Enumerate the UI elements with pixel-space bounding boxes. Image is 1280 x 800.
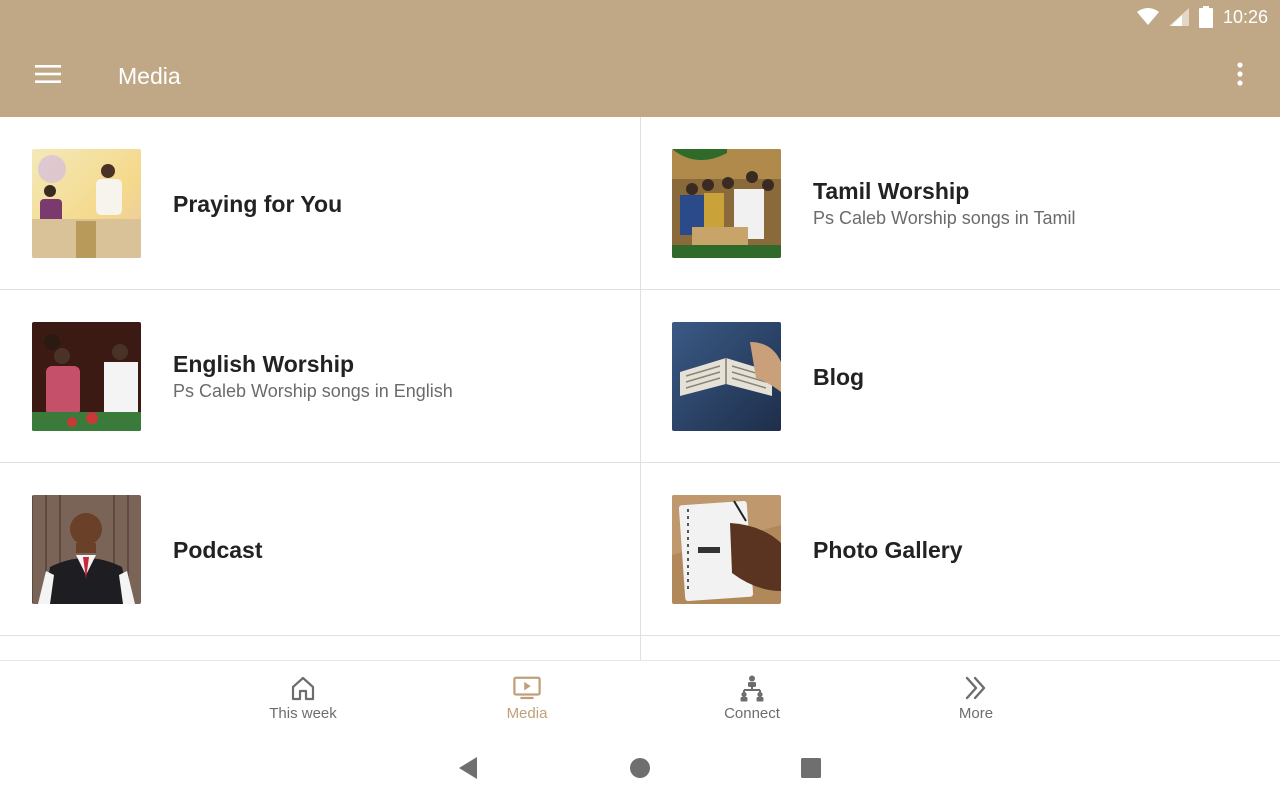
overflow-menu-button[interactable] (1220, 52, 1260, 100)
more-vert-icon (1237, 61, 1243, 91)
nav-this-week[interactable]: This week (223, 661, 383, 741)
app-bar: Media (0, 34, 1280, 117)
status-time: 10:26 (1222, 6, 1268, 27)
nav-label: More (958, 705, 994, 722)
nav-connect[interactable]: Connect (672, 661, 832, 741)
menu-button[interactable] (24, 52, 72, 100)
photo-gallery-thumbnail (672, 495, 781, 604)
media-tile-partial[interactable] (0, 636, 640, 660)
tile-title: Podcast (173, 536, 263, 563)
nav-label: Media (506, 705, 548, 722)
tile-title: English Worship (173, 351, 355, 377)
status-bar: 10:26 (0, 0, 1280, 34)
tamil-worship-thumbnail (672, 149, 781, 258)
network-people-icon (738, 674, 766, 702)
battery-icon (1198, 6, 1213, 28)
media-tile-tamil-worship[interactable]: Tamil Worship Ps Caleb Worship songs in … (640, 117, 1280, 290)
media-tile-photo-gallery[interactable]: Photo Gallery (640, 463, 1280, 636)
media-tile-blog[interactable]: Blog (640, 290, 1280, 463)
tile-subtitle: Ps Caleb Worship songs in English (173, 381, 453, 401)
media-tile-partial[interactable] (640, 636, 1280, 660)
nav-label: This week (269, 705, 337, 722)
recents-button[interactable] (795, 754, 827, 786)
video-play-icon (513, 674, 541, 702)
tile-title: Blog (813, 363, 865, 390)
cell-signal-icon (1168, 8, 1189, 26)
media-tile-praying[interactable]: Praying for You (0, 117, 640, 290)
status-icons: 10:26 (1136, 4, 1268, 30)
tile-title: Photo Gallery (813, 536, 963, 563)
wifi-icon (1136, 8, 1159, 26)
system-navigation-bar (0, 740, 1280, 800)
back-triangle-icon (457, 756, 479, 785)
media-tile-podcast[interactable]: Podcast (0, 463, 640, 636)
recents-square-icon (800, 757, 822, 784)
home-circle-icon (629, 757, 651, 784)
nav-more[interactable]: More (896, 661, 1056, 741)
tile-title: Tamil Worship (813, 178, 970, 204)
tile-title: Praying for You (173, 190, 343, 217)
media-grid: Praying for You Tamil Worship Ps Caleb W… (0, 117, 1280, 660)
back-button[interactable] (452, 754, 484, 786)
grid-divider (640, 117, 641, 660)
media-tile-english-worship[interactable]: English Worship Ps Caleb Worship songs i… (0, 290, 640, 463)
nav-media[interactable]: Media (447, 661, 607, 741)
home-button[interactable] (624, 754, 656, 786)
nav-label: Connect (724, 705, 780, 722)
home-icon (289, 674, 317, 702)
page-title: Media (118, 63, 181, 89)
hamburger-menu-icon (35, 64, 61, 88)
blog-thumbnail (672, 322, 781, 431)
podcast-thumbnail (32, 495, 141, 604)
english-worship-thumbnail (32, 322, 141, 431)
praying-thumbnail (32, 149, 141, 258)
bottom-navigation: This week Media Connect More (0, 660, 1280, 740)
double-chevron-right-icon (962, 674, 990, 702)
tile-subtitle: Ps Caleb Worship songs in Tamil (813, 208, 1076, 228)
